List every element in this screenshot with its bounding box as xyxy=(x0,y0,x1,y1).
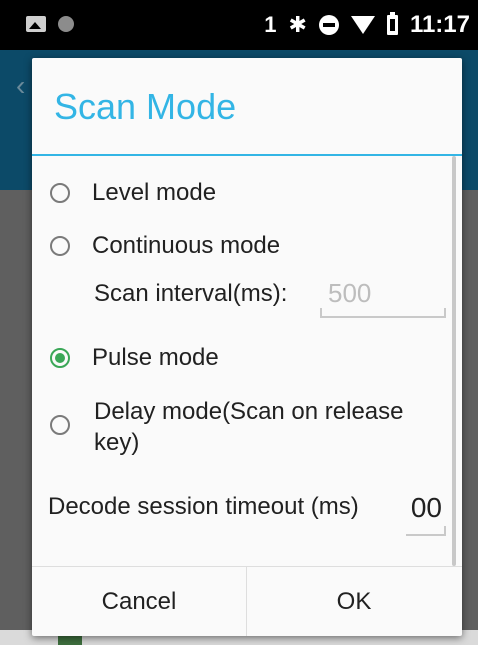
image-icon xyxy=(26,16,46,32)
status-icons: 1 ✱ 11:17 xyxy=(264,8,470,42)
scrollbar-thumb[interactable] xyxy=(452,156,456,566)
radio-continuous-mode[interactable] xyxy=(50,236,70,256)
option-pulse-mode[interactable]: Pulse mode xyxy=(50,343,219,373)
scan-mode-dialog: Scan Mode Level mode Continuous mode Sca… xyxy=(32,58,462,636)
scan-interval-input[interactable]: 500 xyxy=(320,272,446,318)
cancel-button[interactable]: Cancel xyxy=(32,567,247,636)
sim-indicator: 1 xyxy=(264,12,277,37)
battery-icon xyxy=(386,12,398,35)
radio-level-mode[interactable] xyxy=(50,183,70,203)
decode-timeout-input[interactable]: 00 xyxy=(406,482,446,536)
option-label: Delay mode(Scan on release key) xyxy=(94,398,404,456)
option-label: Pulse mode xyxy=(92,344,219,371)
dialog-button-bar: Cancel OK xyxy=(32,566,462,636)
option-delay-mode[interactable] xyxy=(50,415,70,435)
option-label: Level mode xyxy=(92,179,217,206)
ok-button[interactable]: OK xyxy=(247,567,461,636)
do-not-disturb-icon xyxy=(318,15,339,35)
dot-icon xyxy=(58,16,74,32)
option-level-mode[interactable]: Level mode xyxy=(50,178,216,208)
scan-interval-label: Scan interval(ms): xyxy=(94,280,288,307)
wifi-icon xyxy=(350,16,375,34)
title-divider xyxy=(32,154,462,156)
option-continuous-mode[interactable]: Continuous mode xyxy=(50,231,280,261)
radio-pulse-mode[interactable] xyxy=(50,348,70,368)
decode-timeout-label: Decode session timeout (ms) xyxy=(48,493,359,520)
scan-interval-placeholder: 500 xyxy=(328,278,372,308)
option-label: Continuous mode xyxy=(92,232,281,259)
back-arrow-icon: ‹ xyxy=(16,70,26,101)
status-time: 11:17 xyxy=(409,11,470,38)
status-bar: 1 ✱ 11:17 xyxy=(0,0,478,50)
dialog-title: Scan Mode xyxy=(54,86,237,127)
decode-timeout-value: 00 xyxy=(410,492,442,523)
bluetooth-icon: ✱ xyxy=(288,12,307,37)
radio-delay-mode[interactable] xyxy=(50,415,70,435)
